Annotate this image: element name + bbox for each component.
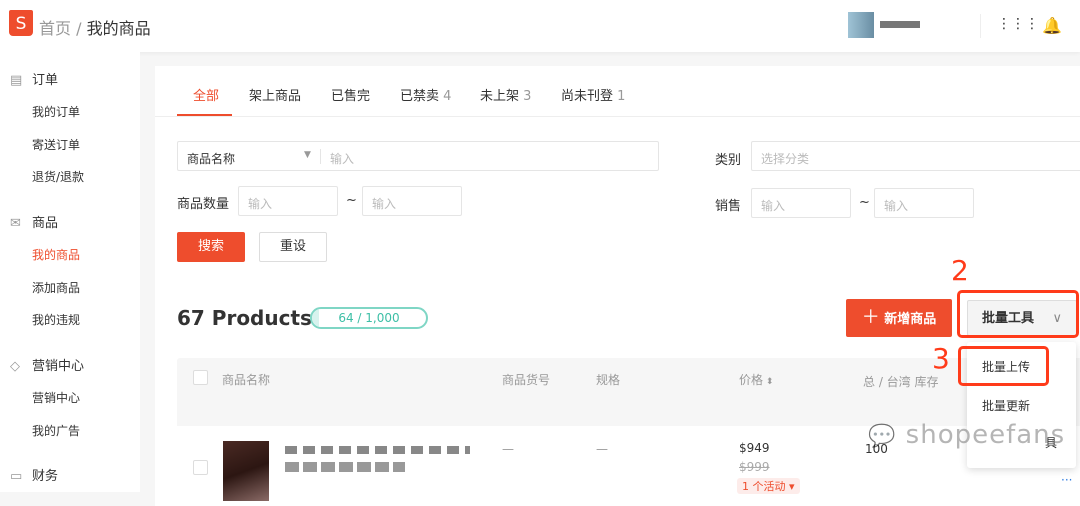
sidebar-item[interactable]: 我的违规 <box>32 311 80 328</box>
name-input[interactable]: 输入 <box>330 150 354 167</box>
select-all-checkbox[interactable] <box>193 370 208 385</box>
chevron-down-icon: ▼ <box>304 150 311 160</box>
sidebar-item[interactable]: 我的广告 <box>32 422 80 439</box>
category-select[interactable]: 选择分类 <box>751 141 1080 171</box>
range-tilde: ~ <box>346 193 357 208</box>
divider <box>155 116 1080 117</box>
column-price[interactable]: 价格 ⬍ <box>739 371 773 388</box>
plus-icon: ＋ <box>861 307 880 328</box>
divider <box>320 149 321 164</box>
tab-sold-out[interactable]: 已售完 <box>331 85 370 104</box>
apps-icon[interactable]: ⋮⋮⋮ <box>997 16 1039 32</box>
tab-count: 3 <box>523 89 532 104</box>
quantity-max-input[interactable]: 输入 <box>362 186 462 216</box>
wallet-icon: ▭ <box>10 469 23 484</box>
tab-label: 已禁卖 <box>400 89 440 104</box>
section-label: 营销中心 <box>32 359 85 374</box>
tab-live[interactable]: 架上商品 <box>249 85 301 104</box>
reset-button[interactable]: 重设 <box>259 232 327 262</box>
more-icon[interactable]: ··· <box>1061 473 1072 487</box>
quota-badge: 64 / 1,000 <box>310 307 428 329</box>
sales-max-input[interactable]: 输入 <box>874 188 974 218</box>
sidebar-section-finance[interactable]: ▭ 财务 <box>10 465 58 484</box>
sidebar-section-marketing[interactable]: ◇ 营销中心 <box>10 355 84 374</box>
sidebar-item[interactable]: 营销中心 <box>32 389 80 406</box>
sidebar: ▤ 订单 我的订单 寄送订单 退货/退款 ✉ 商品 我的商品 添加商品 我的违规 ◇… <box>0 52 140 492</box>
price-value: $949 <box>739 441 770 455</box>
sidebar-item[interactable]: 我的订单 <box>32 103 80 120</box>
divider <box>980 14 981 38</box>
name-search-field[interactable]: 商品名称 ▼ 输入 <box>177 141 659 171</box>
row-checkbox[interactable] <box>193 460 208 475</box>
product-name-blurred <box>285 462 405 472</box>
sidebar-item[interactable]: 添加商品 <box>32 279 80 296</box>
sort-icon: ⬍ <box>763 377 774 387</box>
annotation-highlight-bulk-upload <box>958 346 1049 386</box>
tab-label: 全部 <box>193 89 220 104</box>
tab-all[interactable]: 全部 <box>193 85 219 104</box>
watermark: 💬 shopeefans <box>868 420 1065 450</box>
sales-label: 销售 <box>715 199 742 214</box>
variation-value: — <box>596 442 608 456</box>
tab-label: 已售完 <box>331 89 371 104</box>
product-name-blurred[interactable] <box>285 446 470 454</box>
tab-label: 未上架 <box>480 89 520 104</box>
box-icon: ✉ <box>10 216 21 231</box>
annotation-number: 3 <box>932 342 950 375</box>
clipboard-icon: ▤ <box>10 73 23 88</box>
watermark-text: shopeefans <box>905 420 1066 450</box>
column-name: 商品名称 <box>222 373 271 387</box>
quantity-min-input[interactable]: 输入 <box>238 186 338 216</box>
quantity-label: 商品数量 <box>177 197 230 212</box>
tab-label: 架上商品 <box>249 89 302 104</box>
column-variation: 规格 <box>596 373 621 387</box>
top-bar: S 首页 / 我的商品 ⋮⋮⋮ 🔔 <box>0 0 1080 52</box>
breadcrumb-home[interactable]: 首页 <box>39 19 71 38</box>
avatar[interactable] <box>848 12 874 38</box>
column-sku: 商品货号 <box>502 373 551 387</box>
sidebar-item-my-products[interactable]: 我的商品 <box>32 246 80 263</box>
tab-banned[interactable]: 已禁卖 4 <box>400 85 451 104</box>
add-product-label: 新增商品 <box>884 312 937 327</box>
original-price: $999 <box>739 460 770 474</box>
price-label: 价格 <box>739 373 764 387</box>
promo-label: 1 个活动 <box>742 480 786 493</box>
menu-item-bulk-update[interactable]: 批量更新 <box>982 397 1030 414</box>
section-label: 商品 <box>32 216 59 231</box>
tab-not-published[interactable]: 尚未刊登 1 <box>561 85 625 104</box>
range-tilde: ~ <box>859 195 870 210</box>
breadcrumb-current: 我的商品 <box>86 19 151 38</box>
promotion-badge[interactable]: 1 个活动 ▾ <box>737 478 800 494</box>
tab-unlisted[interactable]: 未上架 3 <box>480 85 531 104</box>
annotation-highlight-bulk-tools <box>957 290 1079 338</box>
tab-count: 1 <box>617 89 626 104</box>
username-blurred[interactable] <box>880 21 920 28</box>
search-button[interactable]: 搜索 <box>177 232 245 262</box>
search-type-select[interactable]: 商品名称 <box>187 150 235 167</box>
bell-icon[interactable]: 🔔 <box>1042 16 1062 35</box>
product-thumbnail[interactable] <box>223 441 269 501</box>
tag-icon: ◇ <box>10 359 20 374</box>
product-count-title: 67 Products <box>177 306 312 330</box>
category-label: 类别 <box>715 153 742 168</box>
wechat-icon: 💬 <box>868 424 897 449</box>
column-stock: 总 / 台湾 库存 <box>863 375 939 389</box>
sidebar-section-products[interactable]: ✉ 商品 <box>10 212 58 231</box>
tab-count: 4 <box>443 89 452 104</box>
tab-label: 尚未刊登 <box>561 89 614 104</box>
shopee-logo[interactable]: S <box>9 10 33 36</box>
quota-text: 64 / 1,000 <box>338 311 400 325</box>
annotation-number: 2 <box>951 254 969 287</box>
breadcrumb-separator: / <box>71 19 87 38</box>
add-product-button[interactable]: ＋ 新增商品 <box>846 299 952 337</box>
sidebar-item[interactable]: 退货/退款 <box>32 168 84 185</box>
sidebar-section-orders[interactable]: ▤ 订单 <box>10 69 58 88</box>
sidebar-item[interactable]: 寄送订单 <box>32 136 80 153</box>
section-label: 财务 <box>32 469 59 484</box>
sales-min-input[interactable]: 输入 <box>751 188 851 218</box>
section-label: 订单 <box>32 73 59 88</box>
sku-value: — <box>502 442 514 456</box>
breadcrumb: 首页 / 我的商品 <box>39 15 151 39</box>
